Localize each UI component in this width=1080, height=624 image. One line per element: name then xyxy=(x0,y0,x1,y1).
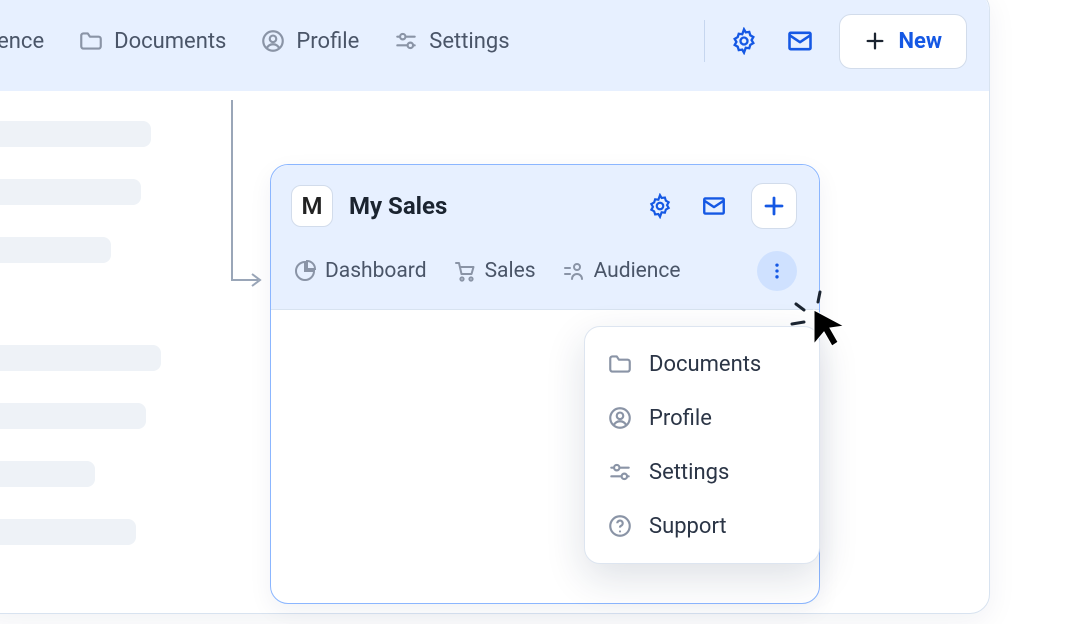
placeholder-line xyxy=(0,519,136,545)
inner-tabs: Dashboard Sales Audience xyxy=(271,237,819,310)
nav-label: Profile xyxy=(296,29,359,54)
tab-label: Audience xyxy=(594,259,681,283)
tab-audience[interactable]: Audience xyxy=(562,259,681,283)
dropdown-item-profile[interactable]: Profile xyxy=(585,391,819,445)
gear-icon xyxy=(730,27,758,55)
cart-icon xyxy=(453,259,477,283)
profile-icon xyxy=(260,28,286,54)
mail-icon xyxy=(786,27,814,55)
dropdown-item-label: Documents xyxy=(649,352,761,377)
plus-icon xyxy=(864,30,886,52)
tab-dashboard[interactable]: Dashboard xyxy=(293,259,427,283)
outer-nav: Audience Documents Profile Settings xyxy=(0,28,510,54)
dropdown-item-support[interactable]: Support xyxy=(585,499,819,553)
placeholder-line xyxy=(0,179,141,205)
divider xyxy=(704,20,705,62)
new-button-label: New xyxy=(898,29,942,54)
tab-sales[interactable]: Sales xyxy=(453,259,536,283)
mail-icon xyxy=(701,193,727,219)
pie-chart-icon xyxy=(293,259,317,283)
nav-label: Audience xyxy=(0,29,44,54)
profile-icon xyxy=(607,405,633,431)
new-button[interactable]: New xyxy=(839,14,967,69)
dots-vertical-icon xyxy=(767,261,787,281)
placeholder-line xyxy=(0,403,146,429)
placeholder-line xyxy=(0,121,151,147)
nav-label: Settings xyxy=(429,29,509,54)
gear-icon xyxy=(647,193,673,219)
nav-item-profile[interactable]: Profile xyxy=(260,28,359,54)
dropdown-item-documents[interactable]: Documents xyxy=(585,337,819,391)
audience-icon xyxy=(562,259,586,283)
sliders-icon xyxy=(607,459,633,485)
dropdown-item-label: Settings xyxy=(649,460,729,485)
nav-item-documents[interactable]: Documents xyxy=(78,28,226,54)
inner-titlebar: M My Sales xyxy=(271,165,819,237)
inner-gear-button[interactable] xyxy=(643,189,677,223)
placeholder-line xyxy=(0,237,111,263)
folder-icon xyxy=(607,351,633,377)
nav-label: Documents xyxy=(114,29,226,54)
dropdown-item-label: Profile xyxy=(649,406,712,431)
tab-label: Dashboard xyxy=(325,259,427,283)
placeholder-line xyxy=(0,461,95,487)
more-menu-button[interactable] xyxy=(757,251,797,291)
help-icon xyxy=(607,513,633,539)
plus-icon xyxy=(762,194,786,218)
outer-topbar: Audience Documents Profile Settings xyxy=(0,0,989,91)
nav-item-audience[interactable]: Audience xyxy=(0,29,44,54)
inner-title: My Sales xyxy=(349,192,447,220)
nav-item-settings[interactable]: Settings xyxy=(393,28,509,54)
mail-button[interactable] xyxy=(783,24,817,58)
dropdown-item-label: Support xyxy=(649,514,727,539)
more-menu-dropdown: Documents Profile Settings Support xyxy=(584,326,820,564)
sliders-icon xyxy=(393,28,419,54)
placeholder-line xyxy=(0,345,161,371)
tab-label: Sales xyxy=(485,259,536,283)
folder-icon xyxy=(78,28,104,54)
dropdown-item-settings[interactable]: Settings xyxy=(585,445,819,499)
inner-mail-button[interactable] xyxy=(697,189,731,223)
inner-add-button[interactable] xyxy=(751,183,797,229)
settings-gear-button[interactable] xyxy=(727,24,761,58)
inner-titlebar-right xyxy=(643,183,797,229)
inner-logo: M xyxy=(291,185,333,227)
outer-topbar-right: New xyxy=(704,14,989,69)
